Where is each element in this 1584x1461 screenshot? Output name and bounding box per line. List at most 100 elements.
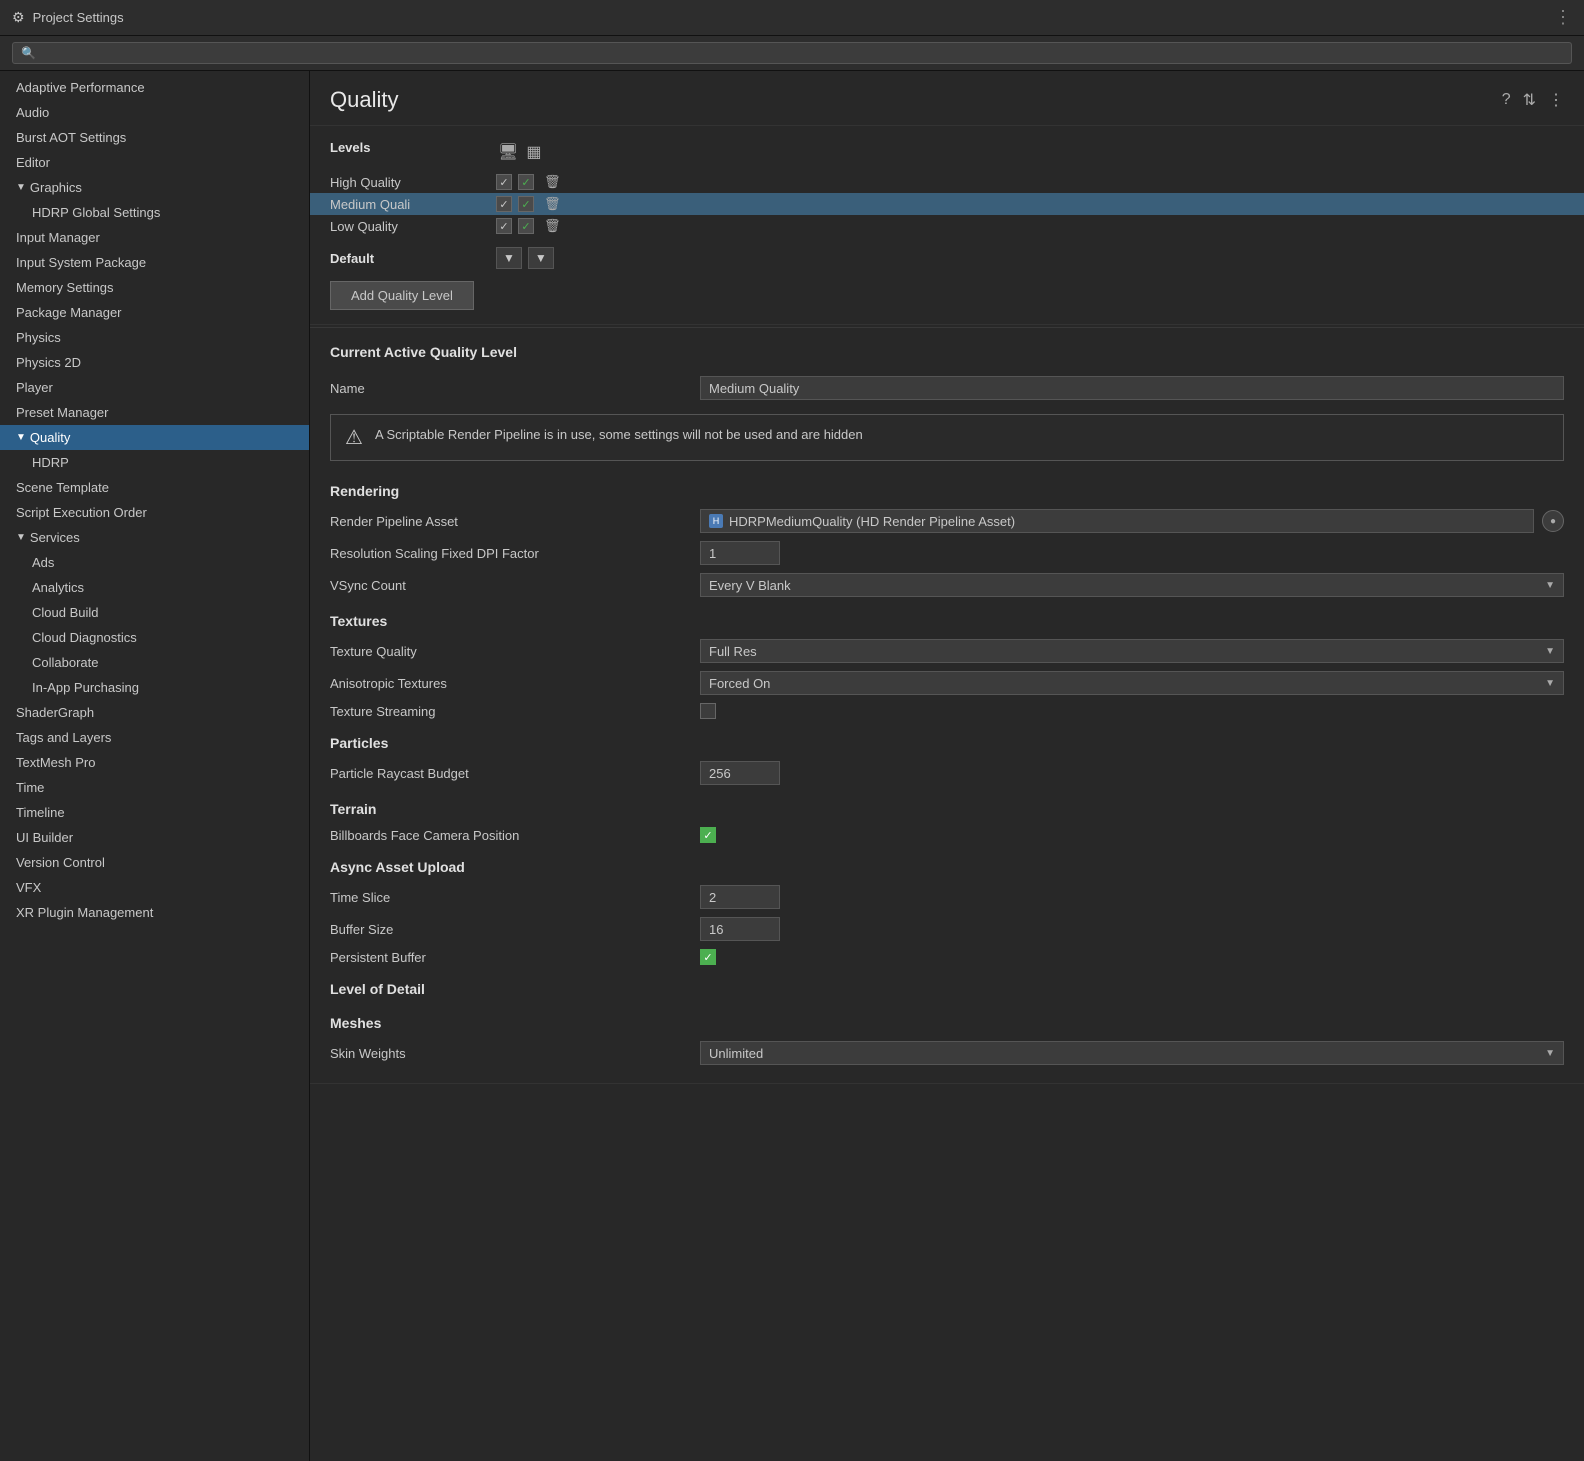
sidebar-item-player[interactable]: Player bbox=[0, 375, 309, 400]
texture-quality-label: Texture Quality bbox=[330, 644, 700, 659]
sidebar-item-shader-graph[interactable]: ShaderGraph bbox=[0, 700, 309, 725]
sidebar-item-services[interactable]: ▼ Services bbox=[0, 525, 309, 550]
sidebar-item-package-manager[interactable]: Package Manager bbox=[0, 300, 309, 325]
high-quality-delete[interactable]: 🗑 bbox=[544, 174, 561, 190]
sidebar-item-ads[interactable]: Ads bbox=[0, 550, 309, 575]
medium-quality-delete[interactable]: 🗑 bbox=[544, 196, 561, 212]
sidebar-item-editor[interactable]: Editor bbox=[0, 150, 309, 175]
quality-row-low: Low Quality ✓ ✓ 🗑 bbox=[330, 215, 1564, 237]
chevron-down-icon: ▼ bbox=[1545, 1048, 1555, 1059]
sidebar-item-preset-manager[interactable]: Preset Manager bbox=[0, 400, 309, 425]
sidebar-item-in-app-purchasing[interactable]: In-App Purchasing bbox=[0, 675, 309, 700]
sidebar-item-physics-2d[interactable]: Physics 2D bbox=[0, 350, 309, 375]
vsync-dropdown[interactable]: Every V Blank ▼ bbox=[700, 573, 1564, 597]
sidebar-item-cloud-build[interactable]: Cloud Build bbox=[0, 600, 309, 625]
sidebar-item-graphics[interactable]: ▼ Graphics bbox=[0, 175, 309, 200]
sidebar-item-analytics[interactable]: Analytics bbox=[0, 575, 309, 600]
sidebar-item-script-execution[interactable]: Script Execution Order bbox=[0, 500, 309, 525]
more-icon[interactable]: ⋮ bbox=[1548, 90, 1564, 110]
sidebar-item-cloud-diagnostics[interactable]: Cloud Diagnostics bbox=[0, 625, 309, 650]
sidebar-label: Time bbox=[16, 780, 44, 795]
billboards-label: Billboards Face Camera Position bbox=[330, 828, 700, 843]
quality-name-high: High Quality bbox=[330, 175, 490, 190]
sidebar-label: Adaptive Performance bbox=[16, 80, 145, 95]
medium-quality-check2[interactable]: ✓ bbox=[518, 196, 534, 212]
texture-quality-dropdown[interactable]: Full Res ▼ bbox=[700, 639, 1564, 663]
sidebar-label: Audio bbox=[16, 105, 49, 120]
sidebar-label: Player bbox=[16, 380, 53, 395]
vsync-label: VSync Count bbox=[330, 578, 700, 593]
sidebar-item-timeline[interactable]: Timeline bbox=[0, 800, 309, 825]
terrain-title: Terrain bbox=[330, 789, 1564, 823]
sidebar-item-xr-plugin[interactable]: XR Plugin Management bbox=[0, 900, 309, 925]
window-more-button[interactable]: ⋮ bbox=[1554, 7, 1572, 28]
sidebar-item-version-control[interactable]: Version Control bbox=[0, 850, 309, 875]
sidebar-item-memory-settings[interactable]: Memory Settings bbox=[0, 275, 309, 300]
sidebar-item-input-system[interactable]: Input System Package bbox=[0, 250, 309, 275]
billboards-checkbox[interactable]: ✓ bbox=[700, 827, 716, 843]
search-input[interactable] bbox=[42, 46, 1563, 60]
resolution-scaling-input[interactable] bbox=[700, 541, 780, 565]
title-bar-left: ⚙ Project Settings bbox=[12, 9, 124, 26]
texture-streaming-checkbox[interactable] bbox=[700, 703, 716, 719]
page-title: Quality bbox=[330, 87, 398, 113]
time-slice-input[interactable] bbox=[700, 885, 780, 909]
add-quality-level-button[interactable]: Add Quality Level bbox=[330, 281, 474, 310]
name-input[interactable] bbox=[700, 376, 1564, 400]
sidebar-label: UI Builder bbox=[16, 830, 73, 845]
sidebar-item-collaborate[interactable]: Collaborate bbox=[0, 650, 309, 675]
default-dropdown-2[interactable]: ▼ bbox=[528, 247, 554, 269]
sidebar-item-hdrp-global[interactable]: HDRP Global Settings bbox=[0, 200, 309, 225]
buffer-size-input[interactable] bbox=[700, 917, 780, 941]
high-quality-check1[interactable]: ✓ bbox=[496, 174, 512, 190]
skin-weights-row: Skin Weights Unlimited ▼ bbox=[330, 1037, 1564, 1069]
levels-section: Levels 🖥 ▦ High Quality ✓ ✓ 🗑 Medium Qua… bbox=[310, 126, 1584, 325]
low-quality-check1[interactable]: ✓ bbox=[496, 218, 512, 234]
sidebar-item-hdrp[interactable]: HDRP bbox=[0, 450, 309, 475]
textures-title: Textures bbox=[330, 601, 1564, 635]
settings-icon[interactable]: ⇅ bbox=[1523, 90, 1536, 110]
anisotropic-label: Anisotropic Textures bbox=[330, 676, 700, 691]
sidebar-item-scene-template[interactable]: Scene Template bbox=[0, 475, 309, 500]
search-wrap: 🔍 bbox=[12, 42, 1572, 64]
particle-raycast-input[interactable] bbox=[700, 761, 780, 785]
sidebar-item-adaptive-performance[interactable]: Adaptive Performance bbox=[0, 75, 309, 100]
default-dropdown-1[interactable]: ▼ bbox=[496, 247, 522, 269]
sidebar-label: Editor bbox=[16, 155, 50, 170]
lod-title: Level of Detail bbox=[330, 969, 1564, 1003]
sidebar-label: In-App Purchasing bbox=[32, 680, 139, 695]
sidebar-item-textmesh-pro[interactable]: TextMesh Pro bbox=[0, 750, 309, 775]
texture-streaming-row: Texture Streaming bbox=[330, 699, 1564, 723]
skin-weights-dropdown[interactable]: Unlimited ▼ bbox=[700, 1041, 1564, 1065]
high-quality-check2[interactable]: ✓ bbox=[518, 174, 534, 190]
sidebar-item-tags-layers[interactable]: Tags and Layers bbox=[0, 725, 309, 750]
sidebar-item-ui-builder[interactable]: UI Builder bbox=[0, 825, 309, 850]
anisotropic-dropdown[interactable]: Forced On ▼ bbox=[700, 671, 1564, 695]
texture-quality-value: Full Res bbox=[709, 644, 757, 659]
sidebar-label: Cloud Build bbox=[32, 605, 99, 620]
sidebar-item-input-manager[interactable]: Input Manager bbox=[0, 225, 309, 250]
billboards-row: Billboards Face Camera Position ✓ bbox=[330, 823, 1564, 847]
chevron-down-icon: ▼ bbox=[1545, 580, 1555, 591]
sidebar-label: Version Control bbox=[16, 855, 105, 870]
sidebar-item-physics[interactable]: Physics bbox=[0, 325, 309, 350]
quality-row-medium: Medium Quali ✓ ✓ 🗑 bbox=[310, 193, 1584, 215]
pipeline-circle-button[interactable]: ● bbox=[1542, 510, 1564, 532]
content-area: Quality ? ⇅ ⋮ Levels 🖥 ▦ High Quality ✓ … bbox=[310, 71, 1584, 1461]
help-icon[interactable]: ? bbox=[1502, 91, 1511, 109]
anisotropic-row: Anisotropic Textures Forced On ▼ bbox=[330, 667, 1564, 699]
persistent-buffer-checkbox[interactable]: ✓ bbox=[700, 949, 716, 965]
pipeline-dot-icon: H bbox=[709, 514, 723, 528]
low-quality-delete[interactable]: 🗑 bbox=[544, 218, 561, 234]
low-quality-check2[interactable]: ✓ bbox=[518, 218, 534, 234]
medium-quality-check1[interactable]: ✓ bbox=[496, 196, 512, 212]
vsync-value: Every V Blank bbox=[709, 578, 791, 593]
warning-text: A Scriptable Render Pipeline is in use, … bbox=[375, 425, 863, 445]
sidebar-item-audio[interactable]: Audio bbox=[0, 100, 309, 125]
sidebar-item-vfx[interactable]: VFX bbox=[0, 875, 309, 900]
sidebar-item-quality[interactable]: ▼ Quality bbox=[0, 425, 309, 450]
buffer-size-label: Buffer Size bbox=[330, 922, 700, 937]
sidebar-item-burst-aot[interactable]: Burst AOT Settings bbox=[0, 125, 309, 150]
sidebar-item-time[interactable]: Time bbox=[0, 775, 309, 800]
skin-weights-label: Skin Weights bbox=[330, 1046, 700, 1061]
